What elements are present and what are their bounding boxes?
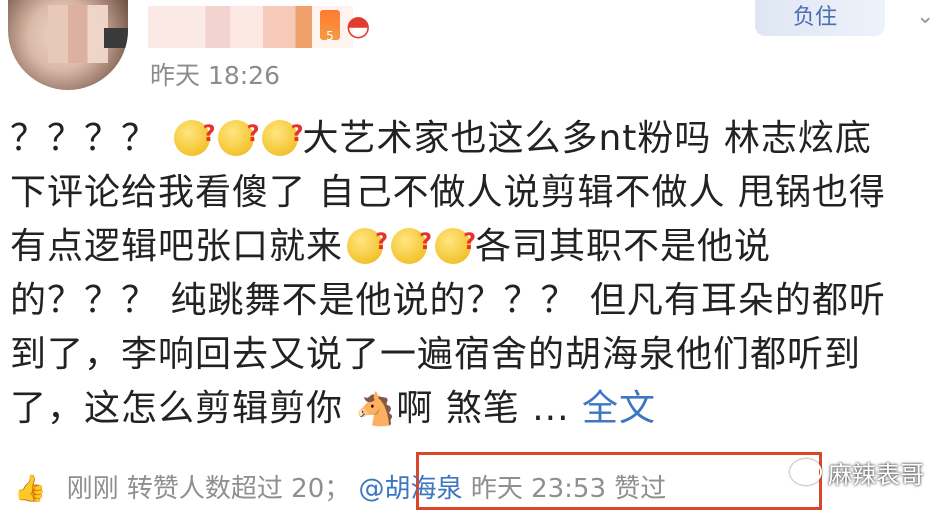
confused-face-icon — [391, 216, 433, 270]
content-text: 啊 煞笔 ... — [396, 388, 570, 429]
avatar-mosaic-dark — [104, 28, 128, 48]
post-content: ？？？？ 大艺术家也这么多nt粉吗 林志炫底 下评论给我看傻了 自己不做人说剪辑… — [10, 108, 935, 436]
follow-badge[interactable]: 负住 — [755, 0, 885, 36]
chevron-down-icon[interactable]: ⌄ — [916, 4, 934, 29]
content-line-4: 的？？？ 纯跳舞不是他说的？？？ 但凡有耳朵的都听 — [10, 274, 935, 328]
wechat-icon — [790, 459, 822, 485]
content-text: 到了，李响回去又说了一遍宿舍的胡海泉他们都听到 — [10, 334, 862, 375]
content-line-3: 有点逻辑吧张口就来 各司其职不是他说 — [10, 216, 935, 274]
content-line-1: ？？？？ 大艺术家也这么多nt粉吗 林志炫底 — [10, 108, 935, 166]
content-text: 的？？？ 纯跳舞不是他说的？？？ 但凡有耳朵的都听 — [10, 280, 886, 321]
watermark: 麻辣表哥 — [790, 455, 924, 490]
thumbs-up-icon[interactable]: 👍 — [14, 474, 46, 504]
footer-status: 刚刚 转赞人数超过 20； — [66, 474, 351, 504]
content-line-6: 了，这怎么剪辑剪你 🐴啊 煞笔 ... 全文 — [10, 382, 935, 436]
level-badge: 5 — [320, 10, 340, 43]
content-text: 有点逻辑吧张口就来 — [10, 226, 344, 267]
watermark-text: 麻辣表哥 — [828, 461, 924, 489]
mention-time: 昨天 23:53 赞过 — [470, 474, 667, 504]
follow-badge-text: 负住 — [793, 5, 838, 30]
expand-full-text-link[interactable]: 全文 — [582, 388, 656, 429]
post-time: 昨天 18:26 — [150, 61, 280, 90]
content-text: 了，这怎么剪辑剪你 — [10, 388, 344, 429]
content-line-2: 下评论给我看傻了 自己不做人说剪辑不做人 甩锅也得 — [10, 166, 935, 220]
post-footer: 👍 刚刚 转赞人数超过 20； @胡海泉 昨天 23:53 赞过 — [14, 468, 666, 508]
mention-link[interactable]: @胡海泉 — [359, 474, 463, 504]
content-text: ？？？？ — [10, 118, 159, 159]
content-line-5: 到了，李响回去又说了一遍宿舍的胡海泉他们都听到 — [10, 328, 935, 382]
user-avatar[interactable] — [8, 0, 128, 90]
avatar-mosaic — [48, 5, 108, 63]
content-text: 大艺术家也这么多nt粉吗 林志炫底 — [302, 118, 872, 159]
confused-face-icon — [435, 216, 477, 270]
content-text: 各司其职不是他说 — [475, 226, 772, 267]
watermelon-icon: ◓ — [346, 9, 371, 42]
confused-face-icon — [347, 216, 389, 270]
content-text: 下评论给我看傻了 自己不做人说剪辑不做人 甩锅也得 — [10, 172, 886, 213]
confused-face-icon — [174, 108, 216, 162]
horse-face-icon: 🐴 — [355, 390, 397, 428]
confused-face-icon — [218, 108, 260, 162]
confused-face-icon — [262, 108, 304, 162]
